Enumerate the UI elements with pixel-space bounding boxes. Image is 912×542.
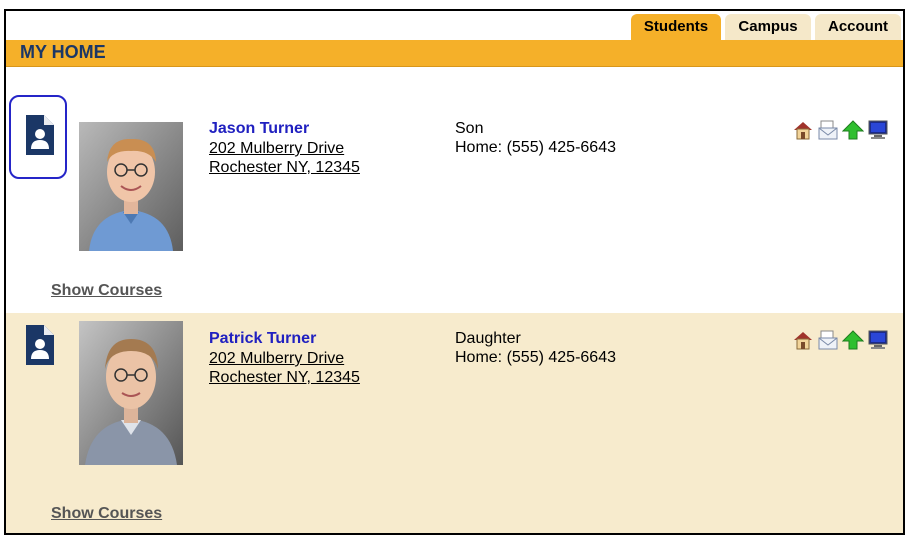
home-icon[interactable] <box>792 329 814 351</box>
page-title: MY HOME <box>20 42 106 62</box>
phone-text: Home: (555) 425-6643 <box>455 139 616 156</box>
show-courses-link[interactable]: Show Courses <box>51 505 162 523</box>
up-arrow-icon[interactable] <box>841 119 865 141</box>
address-line1-link[interactable]: 202 Mulberry Drive <box>209 349 344 368</box>
phone-text: Home: (555) 425-6643 <box>455 349 616 366</box>
app-frame: Students Campus Account MY HOME Jason Tu… <box>4 9 905 535</box>
header-bar: MY HOME <box>6 40 903 67</box>
top-tabs: Students Campus Account <box>631 14 901 40</box>
address-line1-link[interactable]: 202 Mulberry Drive <box>209 139 344 158</box>
mail-icon[interactable] <box>817 329 839 351</box>
student-photo <box>79 122 183 251</box>
home-icon[interactable] <box>792 119 814 141</box>
action-icons <box>792 119 889 141</box>
student-row: Jason Turner 202 Mulberry Drive Rocheste… <box>6 67 903 312</box>
tab-campus[interactable]: Campus <box>725 14 811 40</box>
address-line2-link[interactable]: Rochester NY, 12345 <box>209 158 360 177</box>
computer-icon[interactable] <box>867 119 889 141</box>
relationship-text: Daughter <box>455 330 521 347</box>
student-name-link[interactable]: Patrick Turner <box>209 330 316 348</box>
id-card-icon[interactable] <box>24 323 56 367</box>
student-name-link[interactable]: Jason Turner <box>209 120 309 138</box>
show-courses-link[interactable]: Show Courses <box>51 282 162 300</box>
up-arrow-icon[interactable] <box>841 329 865 351</box>
student-row: Patrick Turner 202 Mulberry Drive Roches… <box>6 313 903 533</box>
action-icons <box>792 329 889 351</box>
address-line2-link[interactable]: Rochester NY, 12345 <box>209 368 360 387</box>
tab-students[interactable]: Students <box>631 14 721 40</box>
id-card-icon[interactable] <box>24 113 56 157</box>
relationship-text: Son <box>455 120 484 137</box>
mail-icon[interactable] <box>817 119 839 141</box>
tab-account[interactable]: Account <box>815 14 901 40</box>
student-photo <box>79 321 183 465</box>
computer-icon[interactable] <box>867 329 889 351</box>
